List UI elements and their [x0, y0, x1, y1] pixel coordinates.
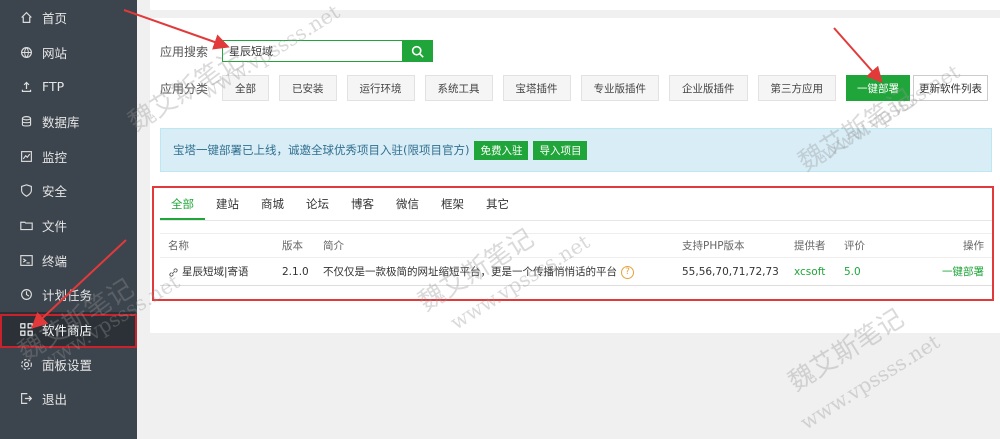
grid-icon — [20, 323, 33, 336]
header-name: 名称 — [168, 240, 189, 252]
sidebar-item-label: 终端 — [42, 253, 68, 269]
category-system-tools[interactable]: 系统工具 — [424, 75, 493, 101]
gear-icon — [20, 358, 33, 371]
deploy-tabs: 全部 建站 商城 论坛 博客 微信 框架 其它 — [160, 190, 992, 221]
table-row: 星辰短域|寄语 2.1.0 不仅仅是一款极简的网址缩短平台，更是一个传播悄悄话的… — [160, 258, 992, 286]
free-join-button[interactable]: 免费入驻 — [474, 140, 529, 160]
row-php: 55,56,70,71,72,73 — [682, 265, 779, 278]
header-desc: 简介 — [323, 240, 344, 252]
search-button[interactable] — [402, 40, 433, 62]
search-row: 应用搜索 — [160, 40, 433, 62]
row-provider[interactable]: xcsoft — [794, 266, 825, 278]
logout-icon — [20, 392, 33, 405]
sidebar-item-label: 退出 — [42, 392, 68, 408]
tab-mall[interactable]: 商城 — [250, 190, 295, 220]
tab-all[interactable]: 全部 — [160, 190, 205, 220]
sidebar-item-label: 首页 — [42, 10, 68, 26]
category-third-party[interactable]: 第三方应用 — [757, 75, 836, 101]
terminal-icon — [20, 254, 33, 267]
sidebar-item-label: 计划任务 — [42, 288, 93, 304]
tab-other[interactable]: 其它 — [475, 190, 520, 220]
header-php: 支持PHP版本 — [682, 240, 745, 252]
search-label: 应用搜索 — [160, 44, 209, 59]
sidebar-item-files[interactable]: 文件 — [0, 208, 137, 243]
folder-icon — [20, 219, 33, 232]
sidebar-item-label: 文件 — [42, 218, 68, 234]
sidebar-item-terminal[interactable]: 终端 — [0, 243, 137, 278]
sidebar-item-website[interactable]: 网站 — [0, 35, 137, 70]
header-op: 操作 — [963, 240, 984, 252]
tab-framework[interactable]: 框架 — [430, 190, 475, 220]
sidebar-item-label: 网站 — [42, 45, 68, 61]
sidebar-item-label: 数据库 — [42, 114, 80, 130]
tab-blog[interactable]: 博客 — [340, 190, 385, 220]
sidebar-item-database[interactable]: 数据库 — [0, 104, 137, 139]
category-enterprise-plugins[interactable]: 企业版插件 — [669, 75, 748, 101]
row-name-cell: 星辰短域|寄语 — [168, 264, 249, 279]
help-icon[interactable]: ? — [621, 265, 634, 279]
tab-wechat[interactable]: 微信 — [385, 190, 430, 220]
table-header: 名称 版本 简介 支持PHP版本 提供者 评价 操作 — [160, 234, 992, 258]
sidebar-item-logout[interactable]: 退出 — [0, 382, 137, 417]
link-icon — [169, 267, 178, 277]
header-version: 版本 — [282, 240, 303, 252]
category-label: 应用分类 — [160, 81, 209, 96]
row-version: 2.1.0 — [282, 265, 309, 278]
upload-icon — [20, 80, 33, 93]
category-all[interactable]: 全部 — [222, 75, 269, 101]
search-icon — [411, 45, 424, 58]
project-table: 名称 版本 简介 支持PHP版本 提供者 评价 操作 星辰短域|寄语 2.1.0… — [160, 233, 992, 286]
update-software-list-button[interactable]: 更新软件列表 — [913, 75, 988, 101]
sidebar-item-label: FTP — [42, 79, 65, 95]
sidebar-item-cron[interactable]: 计划任务 — [0, 278, 137, 313]
header-provider: 提供者 — [794, 240, 826, 252]
one-click-deploy-button[interactable]: 一键部署 — [846, 75, 910, 101]
database-icon — [20, 115, 33, 128]
sidebar-item-software-store[interactable]: 软件商店 — [0, 312, 137, 347]
sidebar-item-panel-settings[interactable]: 面板设置 — [0, 347, 137, 382]
banner-text: 宝塔一键部署已上线，诚邀全球优秀项目入驻(限项目官方) — [173, 143, 470, 157]
category-pro-plugins[interactable]: 专业版插件 — [580, 75, 659, 101]
sidebar-item-label: 安全 — [42, 184, 68, 200]
sidebar-item-ftp[interactable]: FTP — [0, 69, 137, 104]
category-row: 应用分类 全部 已安装 运行环境 系统工具 宝塔插件 专业版插件 企业版插件 第… — [160, 75, 988, 101]
sidebar-item-label: 监控 — [42, 149, 68, 165]
header-rating: 评价 — [844, 240, 865, 252]
row-rating: 5.0 — [844, 265, 861, 278]
import-project-button[interactable]: 导入项目 — [533, 140, 588, 160]
sidebar-item-label: 面板设置 — [42, 357, 93, 373]
sidebar-item-monitor[interactable]: 监控 — [0, 139, 137, 174]
category-installed[interactable]: 已安装 — [279, 75, 337, 101]
row-name: 星辰短域|寄语 — [182, 266, 249, 278]
top-strip — [150, 0, 1000, 10]
row-deploy-link[interactable]: 一键部署 — [942, 264, 984, 279]
deploy-banner: 宝塔一键部署已上线，诚邀全球优秀项目入驻(限项目官方) 免费入驻 导入项目 — [160, 128, 992, 172]
row-desc: 不仅仅是一款极简的网址缩短平台，更是一个传播悄悄话的平台 — [323, 266, 617, 278]
row-desc-cell: 不仅仅是一款极简的网址缩短平台，更是一个传播悄悄话的平台? — [323, 264, 634, 279]
category-bt-plugins[interactable]: 宝塔插件 — [502, 75, 571, 101]
main-content: 应用搜索 应用分类 全部 已安装 运行环境 系统工具 宝塔插件 专业版插件 企业… — [150, 0, 1000, 439]
sidebar: 首页 网站 FTP 数据库 监控 安全 文件 终端 计划任务 软件商店 面板设置 — [0, 0, 137, 439]
sidebar-item-home[interactable]: 首页 — [0, 0, 137, 35]
search-input[interactable] — [222, 40, 402, 62]
tab-site[interactable]: 建站 — [205, 190, 250, 220]
tab-forum[interactable]: 论坛 — [295, 190, 340, 220]
home-icon — [20, 11, 33, 24]
shield-icon — [20, 184, 33, 198]
clock-icon — [20, 288, 33, 301]
software-store-panel: 应用搜索 应用分类 全部 已安装 运行环境 系统工具 宝塔插件 专业版插件 企业… — [150, 18, 1000, 333]
sidebar-item-label: 软件商店 — [42, 323, 93, 339]
monitor-icon — [20, 150, 33, 163]
sidebar-item-security[interactable]: 安全 — [0, 173, 137, 208]
category-runtime[interactable]: 运行环境 — [346, 75, 415, 101]
globe-icon — [20, 46, 33, 59]
